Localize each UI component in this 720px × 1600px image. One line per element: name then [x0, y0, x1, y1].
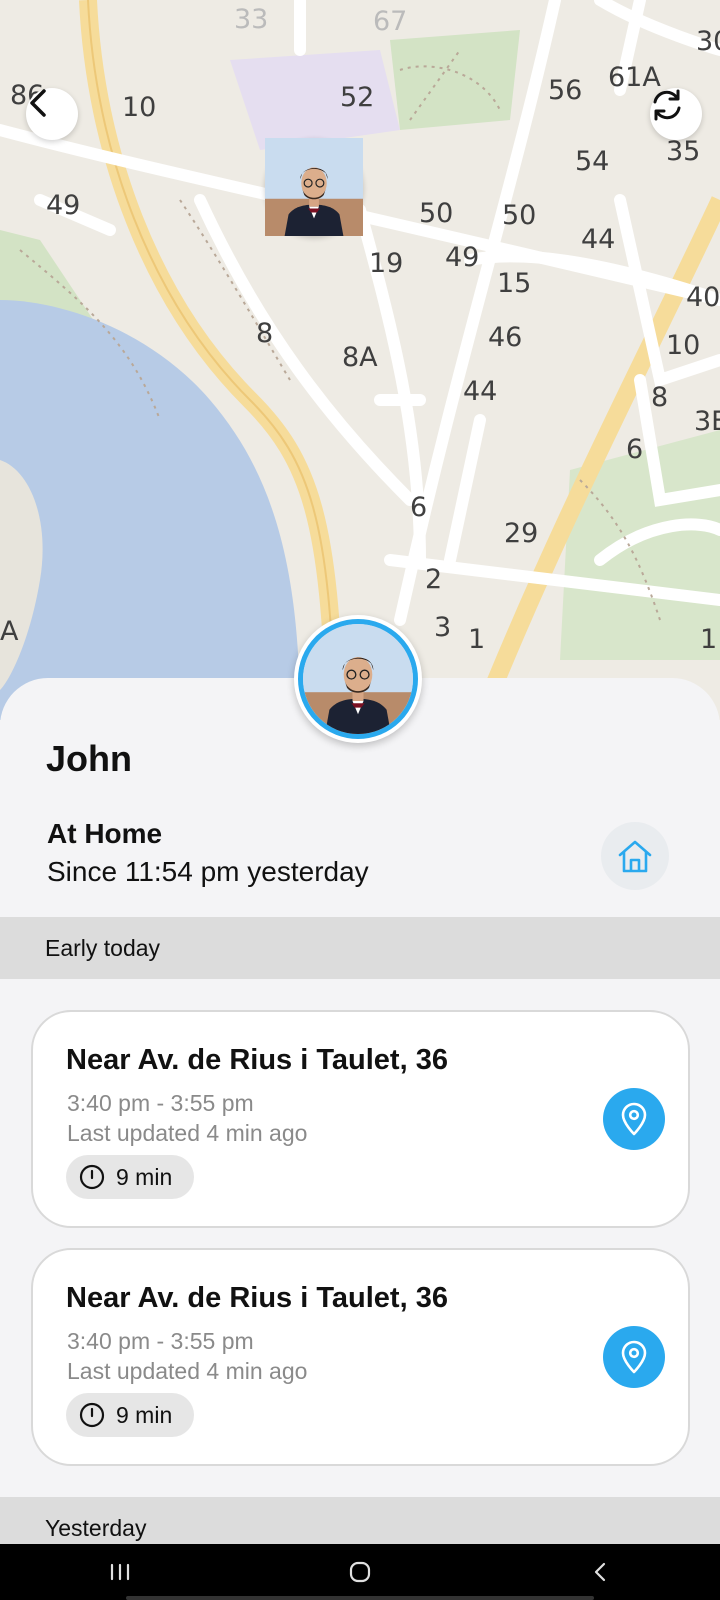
recent-apps-button[interactable] — [90, 1552, 150, 1592]
back-icon — [594, 1562, 606, 1582]
recent-apps-icon — [110, 1563, 130, 1581]
duration-chip: 9 min — [66, 1393, 195, 1437]
location-pin-icon — [621, 1102, 647, 1136]
map-label: 44 — [463, 376, 498, 407]
visit-time-range: 3:40 pm - 3:55 pm — [67, 1090, 254, 1116]
map-label: 49 — [445, 242, 480, 273]
gesture-indicator — [126, 1596, 594, 1600]
map-label: 49 — [46, 190, 81, 221]
status-title: At Home — [47, 818, 163, 849]
person-photo — [265, 138, 363, 236]
map-label: 15 — [497, 268, 532, 299]
clock-icon — [79, 1402, 105, 1428]
map-label: 6 — [626, 434, 644, 465]
map-label: 3E — [694, 406, 720, 437]
avatar — [298, 619, 418, 739]
map-label: 52 — [340, 82, 375, 113]
map-label: 8A — [342, 342, 378, 373]
visit-time-range: 3:40 pm - 3:55 pm — [67, 1328, 254, 1354]
visit-last-updated: Last updated 4 min ago — [67, 1358, 308, 1384]
show-on-map-button[interactable] — [603, 1326, 665, 1388]
map-label: 56 — [548, 75, 583, 106]
map-label: 50 — [502, 200, 537, 231]
refresh-icon — [653, 89, 681, 121]
map-label: 19 — [369, 248, 404, 279]
map-label: A — [0, 616, 19, 647]
map-view[interactable]: 33 67 30 86 10 52 56 61A 35 54 49 50 50 … — [0, 0, 720, 720]
map-label: 3 — [434, 612, 452, 643]
show-on-map-button[interactable] — [603, 1088, 665, 1150]
person-photo — [303, 624, 413, 734]
map-label: 35 — [666, 136, 701, 167]
refresh-button[interactable] — [650, 88, 702, 140]
system-navigation-bar — [0, 1544, 720, 1600]
home-circle-icon — [349, 1561, 371, 1583]
map-label: 46 — [488, 322, 523, 353]
map-label: 8 — [256, 318, 274, 349]
duration-label: 9 min — [116, 1163, 173, 1190]
duration-chip: 9 min — [66, 1155, 195, 1199]
visit-last-updated: Last updated 4 min ago — [67, 1120, 308, 1146]
map-label: 50 — [419, 198, 454, 229]
visit-place: Near Av. de Rius i Taulet, 36 — [66, 1282, 448, 1314]
section-header-today: Early today — [0, 917, 720, 979]
map-label: 1 — [468, 624, 486, 655]
profile-avatar[interactable] — [294, 615, 422, 743]
back-button[interactable] — [26, 88, 78, 140]
map-label: 10 — [122, 92, 157, 123]
visit-place: Near Av. de Rius i Taulet, 36 — [66, 1044, 448, 1076]
map-location-marker[interactable] — [265, 138, 363, 236]
visit-card[interactable]: Near Av. de Rius i Taulet, 36 3:40 pm - … — [31, 1248, 690, 1466]
home-icon — [618, 840, 652, 873]
duration-label: 9 min — [116, 1401, 173, 1428]
avatar — [265, 138, 363, 236]
map-label: 40 — [686, 282, 720, 313]
map-label: 6 — [410, 492, 428, 523]
map-label: 30 — [696, 26, 720, 57]
clock-icon — [79, 1164, 105, 1190]
map-label: 8 — [651, 382, 669, 413]
home-nav-button[interactable] — [330, 1552, 390, 1592]
map-label: 44 — [581, 224, 616, 255]
map-label: 33 — [234, 4, 269, 35]
home-location-button[interactable] — [601, 822, 669, 890]
map-label: 29 — [504, 518, 539, 549]
location-pin-icon — [621, 1340, 647, 1374]
back-nav-button[interactable] — [570, 1552, 630, 1592]
status-since: Since 11:54 pm yesterday — [47, 856, 369, 887]
map-label: 67 — [373, 6, 408, 37]
chevron-left-icon — [30, 89, 46, 117]
map-label: 1 — [700, 624, 718, 655]
map-label: 54 — [575, 146, 610, 177]
person-name: John — [46, 738, 132, 779]
map-label: 2 — [425, 564, 443, 595]
map-label: 10 — [666, 330, 701, 361]
visit-card[interactable]: Near Av. de Rius i Taulet, 36 3:40 pm - … — [31, 1010, 690, 1228]
